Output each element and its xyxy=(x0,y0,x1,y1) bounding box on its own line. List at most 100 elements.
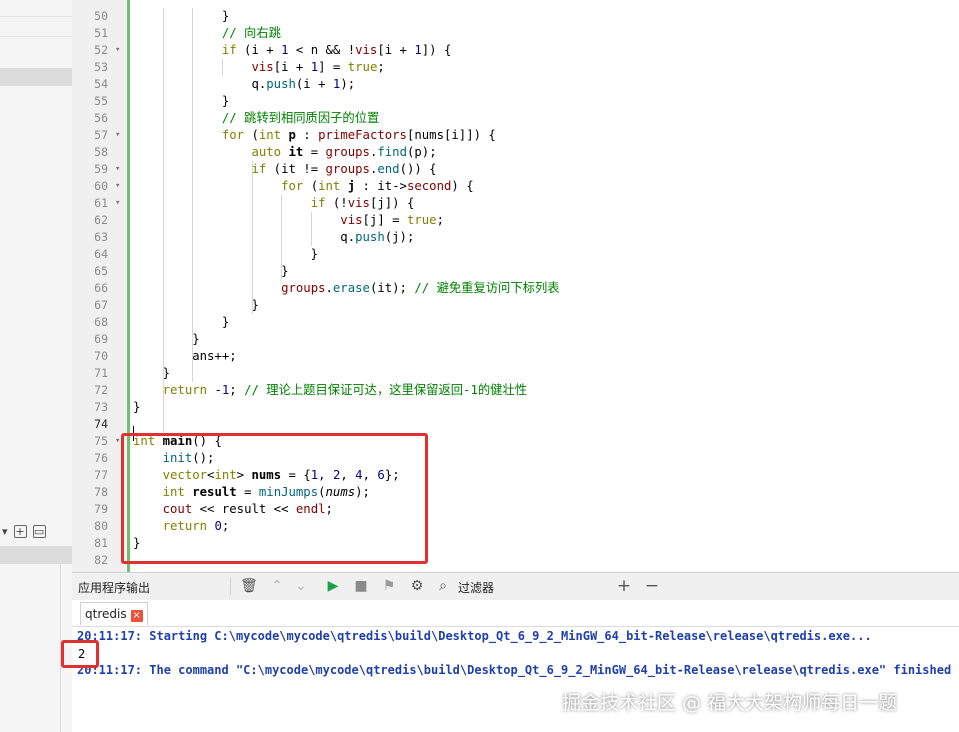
stop-icon[interactable]: ■ xyxy=(352,576,370,596)
gear-icon[interactable]: ⚙ xyxy=(408,576,426,596)
code-text: } xyxy=(133,94,230,108)
code-text: if (it != groups.end()) { xyxy=(251,162,437,176)
indent-guide xyxy=(192,8,193,382)
line-number: 81 xyxy=(94,536,108,550)
line-number: 65 xyxy=(94,264,108,278)
highlight-box-main xyxy=(121,433,428,564)
code-line[interactable]: 73} xyxy=(0,399,959,416)
code-text: if (!vis[j]) { xyxy=(310,196,415,210)
line-number: 57 xyxy=(94,128,108,142)
code-text: } xyxy=(133,332,200,346)
code-line[interactable]: 54 q.push(i + 1); xyxy=(0,76,959,93)
fold-marker-icon[interactable]: ▾ xyxy=(115,195,120,212)
line-number: 77 xyxy=(94,468,108,482)
indent-guide xyxy=(252,161,253,314)
indent-guide xyxy=(281,195,282,280)
code-line[interactable]: 67 } xyxy=(0,297,959,314)
line-number: 56 xyxy=(94,111,108,125)
code-line[interactable]: 71 } xyxy=(0,365,959,382)
output-line-start: 20:11:17: Starting C:\mycode\mycode\qtre… xyxy=(77,629,872,643)
line-number: 80 xyxy=(94,519,108,533)
code-line[interactable]: 51 // 向右跳 xyxy=(0,25,959,42)
code-text: } xyxy=(133,264,289,278)
line-number: 69 xyxy=(94,332,108,346)
indent-guide xyxy=(222,59,223,76)
code-line[interactable]: 65 } xyxy=(0,263,959,280)
line-number: 59 xyxy=(94,162,108,176)
code-line[interactable]: 57 ▾ for (int p : primeFactors[nums[i]]) … xyxy=(0,127,959,144)
output-tab-bar: qtredis × xyxy=(72,600,959,627)
zoom-in-icon[interactable]: + xyxy=(615,576,633,596)
code-line[interactable]: 53 vis[i + 1] = true; xyxy=(0,59,959,76)
line-number: 71 xyxy=(94,366,108,380)
code-line[interactable]: 64 } xyxy=(0,246,959,263)
arrow-down-icon[interactable]: ⌄ xyxy=(292,576,310,596)
code-line[interactable]: 58 auto it = groups.find(p); xyxy=(0,144,959,161)
code-line[interactable]: 74 xyxy=(0,416,959,433)
line-number: 72 xyxy=(94,383,108,397)
line-number: 54 xyxy=(94,77,108,91)
line-number: 66 xyxy=(94,281,108,295)
fold-marker-icon[interactable]: ▾ xyxy=(115,127,120,144)
filter-input[interactable]: 过滤器 xyxy=(458,579,494,596)
code-text: ans++; xyxy=(133,349,237,363)
zoom-out-icon[interactable]: − xyxy=(643,576,661,596)
code-line[interactable]: 56 // 跳转到相同质因子的位置 xyxy=(0,110,959,127)
code-line[interactable]: 72 return -1; // 理论上题目保证可达，这里保留返回-1的健壮性 xyxy=(0,382,959,399)
code-line[interactable]: 66 groups.erase(it); // 避免重复访问下标列表 xyxy=(0,280,959,297)
line-number: 75 xyxy=(94,434,108,448)
code-text: vis[j] = true; xyxy=(340,213,444,227)
code-text: q.push(j); xyxy=(133,230,415,244)
code-text: return -1; // 理论上题目保证可达，这里保留返回-1的健壮性 xyxy=(162,383,528,397)
line-number: 74 xyxy=(94,417,108,431)
application-output[interactable]: 20:11:17: Starting C:\mycode\mycode\qtre… xyxy=(72,627,959,732)
code-text: if (i + 1 < n && !vis[i + 1]) { xyxy=(221,43,452,57)
line-number: 60 xyxy=(94,179,108,193)
code-text: } xyxy=(133,400,141,414)
trash-icon[interactable]: 🗑 xyxy=(240,576,258,596)
line-number: 63 xyxy=(94,230,108,244)
code-line[interactable]: 52 ▾ if (i + 1 < n && !vis[i + 1]) { xyxy=(0,42,959,59)
code-text: // 向右跳 xyxy=(221,26,281,40)
code-text: for (int j : it->second) { xyxy=(281,179,474,193)
code-text: } xyxy=(133,366,171,380)
tab-qtredis[interactable]: qtredis × xyxy=(80,602,148,625)
code-line[interactable]: 70 ans++; xyxy=(0,348,959,365)
fold-marker-icon[interactable]: ▾ xyxy=(115,433,120,450)
line-number: 67 xyxy=(94,298,108,312)
code-text: auto it = groups.find(p); xyxy=(251,145,437,159)
line-number: 73 xyxy=(94,400,108,414)
output-pane-title: 应用程序输出 xyxy=(78,581,151,595)
tab-label: qtredis xyxy=(85,607,127,621)
code-text: for (int p : primeFactors[nums[i]]) { xyxy=(221,128,496,142)
line-number: 64 xyxy=(94,247,108,261)
code-line[interactable]: 60 ▾ for (int j : it->second) { xyxy=(0,178,959,195)
code-line[interactable]: 55 } xyxy=(0,93,959,110)
line-number: 52 xyxy=(94,43,108,57)
line-number: 79 xyxy=(94,502,108,516)
code-text: } xyxy=(133,298,259,312)
line-number: 61 xyxy=(94,196,108,210)
code-line[interactable]: 69 } xyxy=(0,331,959,348)
code-line[interactable]: 63 q.push(j); xyxy=(0,229,959,246)
code-line[interactable]: 68 } xyxy=(0,314,959,331)
line-number: 68 xyxy=(94,315,108,329)
code-line[interactable]: 62 vis[j] = true; xyxy=(0,212,959,229)
close-icon[interactable]: × xyxy=(130,610,143,622)
fold-marker-icon[interactable]: ▾ xyxy=(115,178,120,195)
line-number: 50 xyxy=(94,9,108,23)
fold-marker-icon[interactable]: ▾ xyxy=(115,161,120,178)
run-icon[interactable]: ▶ xyxy=(324,576,342,596)
search-icon: ⌕ xyxy=(439,578,447,594)
attach-debugger-icon[interactable]: ⚑ xyxy=(380,576,398,596)
code-text: vis[i + 1] = true; xyxy=(251,60,385,74)
line-number: 78 xyxy=(94,485,108,499)
code-line[interactable]: 61 ▾ if (!vis[j]) { xyxy=(0,195,959,212)
line-number: 62 xyxy=(94,213,108,227)
code-line[interactable]: 50 } xyxy=(0,8,959,25)
fold-marker-icon[interactable]: ▾ xyxy=(115,42,120,59)
arrow-up-icon[interactable]: ⌃ xyxy=(268,576,286,596)
code-line[interactable]: 59 ▾ if (it != groups.end()) { xyxy=(0,161,959,178)
code-text: groups.erase(it); // 避免重复访问下标列表 xyxy=(281,281,560,295)
output-line-finished: 20:11:17: The command "C:\mycode\mycode\… xyxy=(77,663,952,677)
